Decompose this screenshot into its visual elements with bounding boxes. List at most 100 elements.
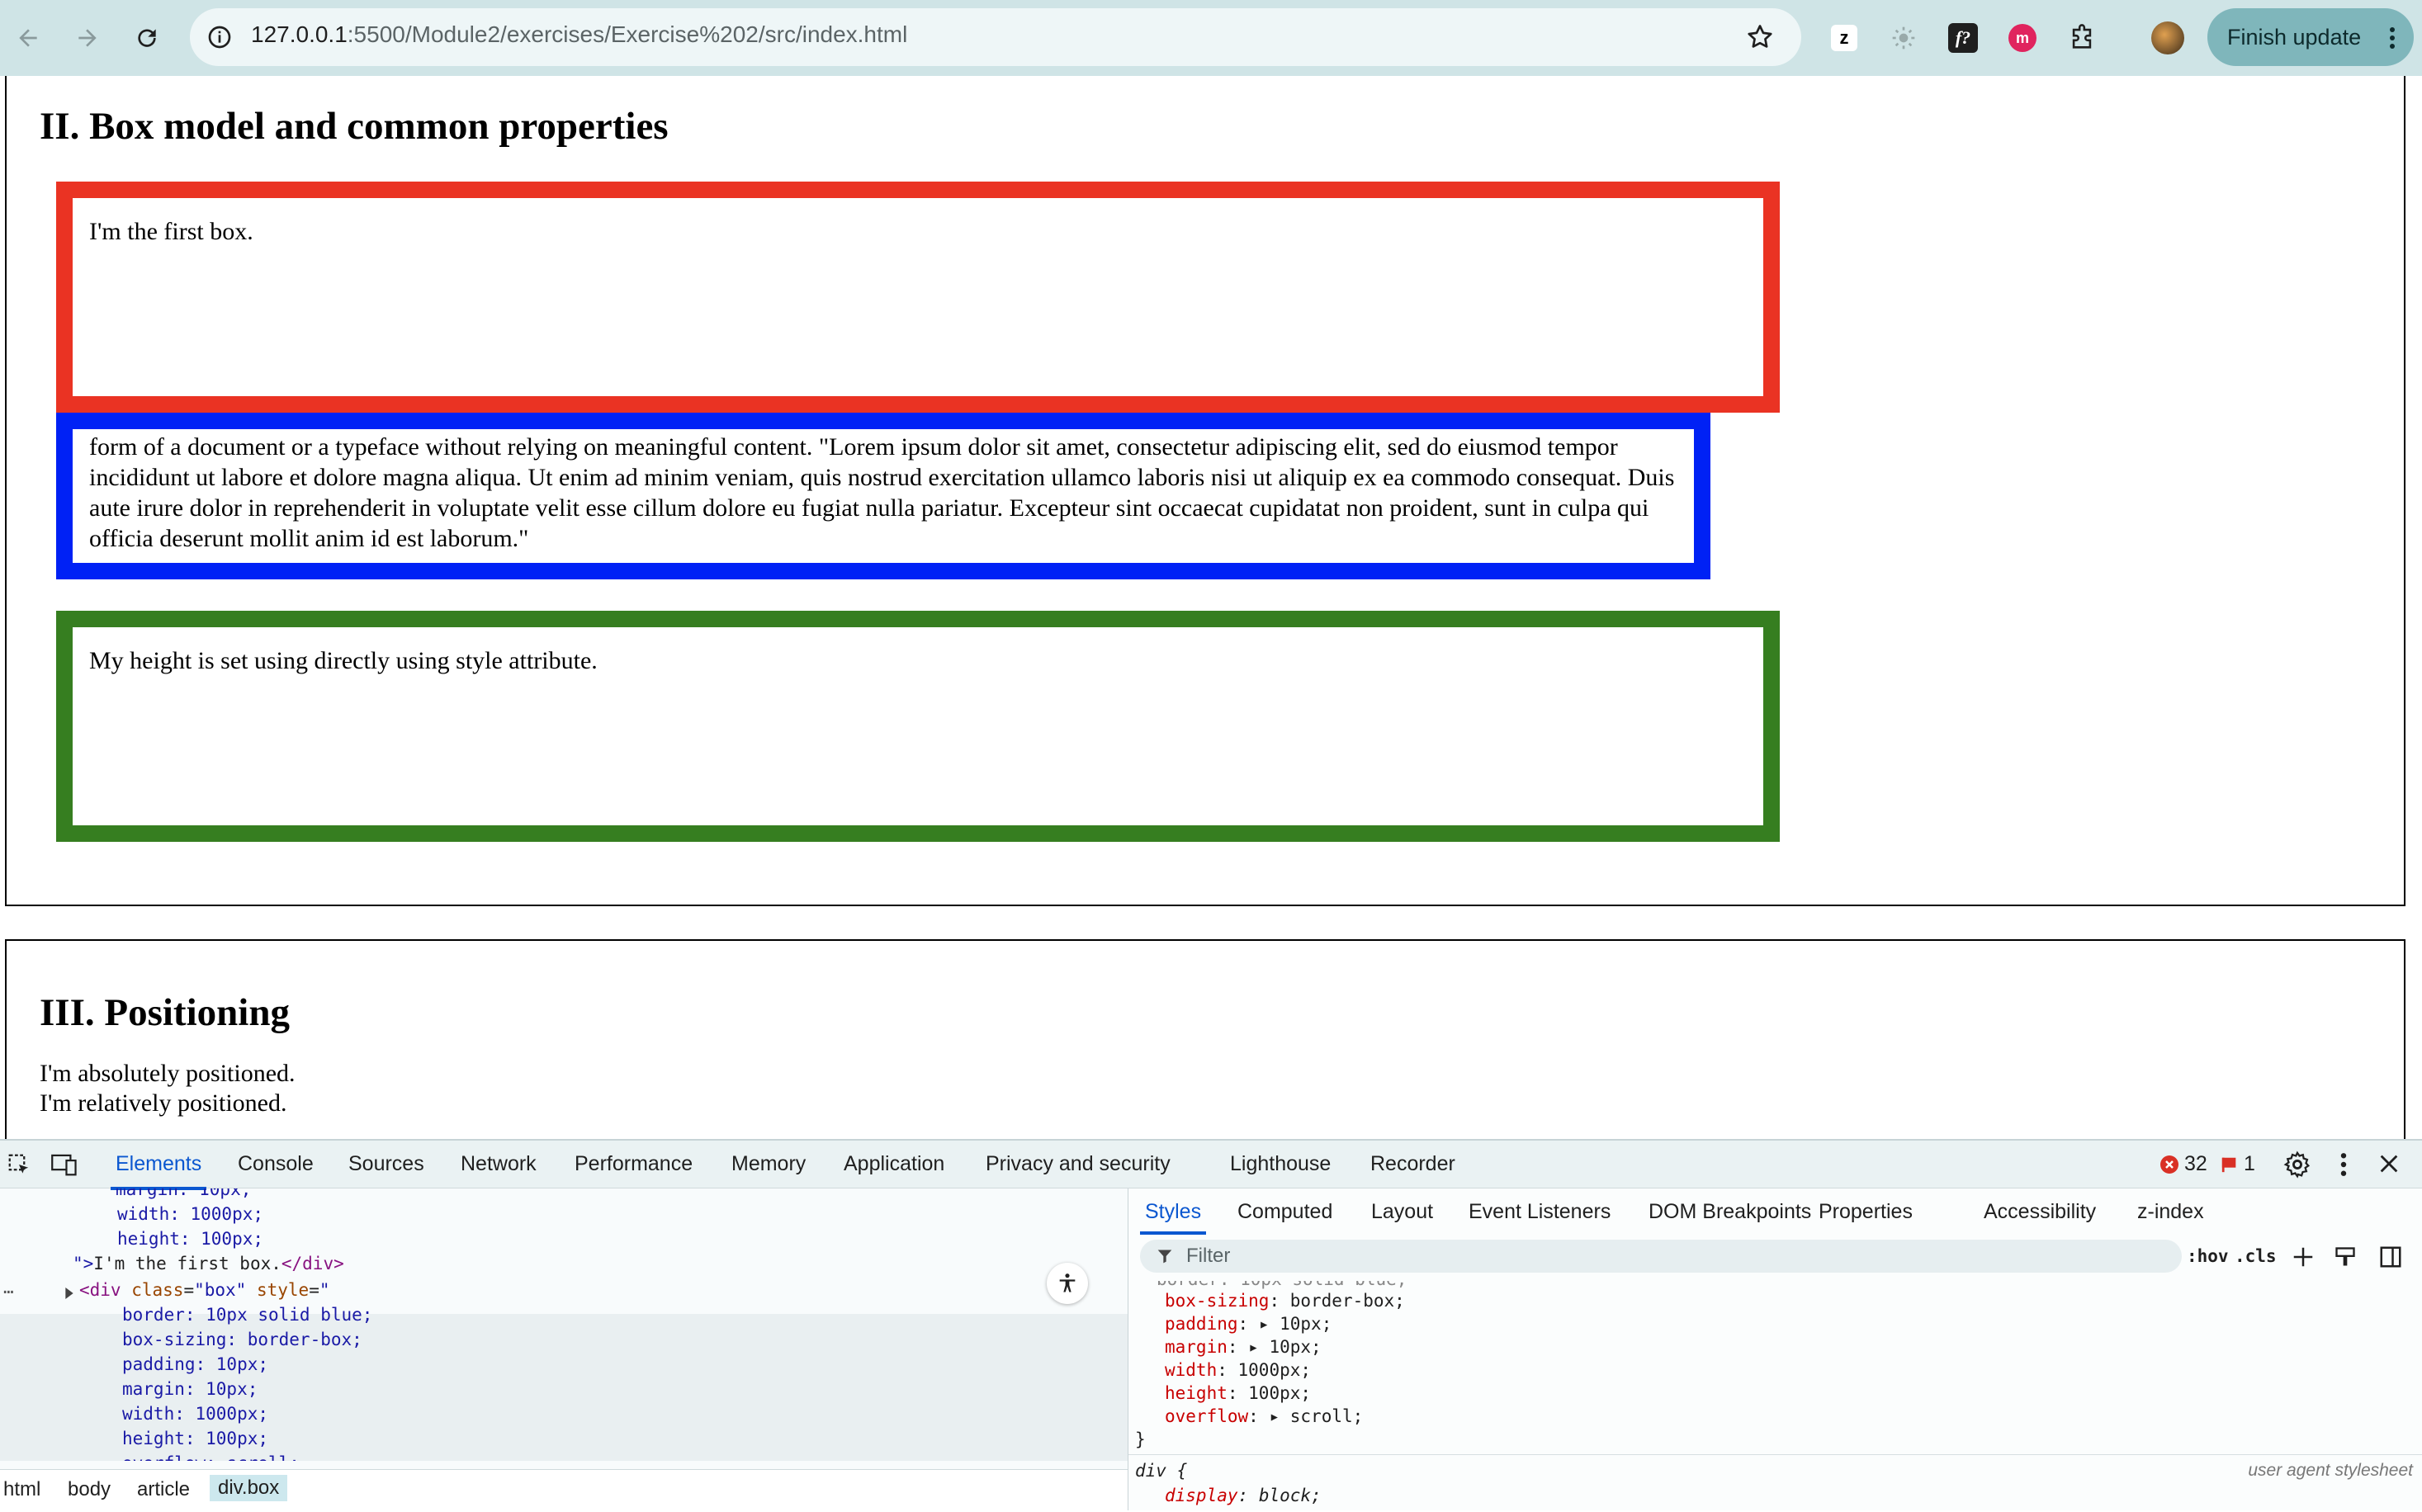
device-toolbar-icon[interactable] xyxy=(51,1152,78,1177)
expand-triangle-icon[interactable] xyxy=(64,1288,74,1299)
absolute-text: I'm absolutely positioned. xyxy=(40,1060,296,1087)
section-title-positioning: III. Positioning xyxy=(40,991,290,1034)
rule-padding[interactable]: padding: ▸ 10px; xyxy=(1165,1314,1332,1334)
code-prop-height: height: 100px; xyxy=(122,1429,269,1448)
expand-triangle-icon[interactable]: ▸ xyxy=(1248,1337,1259,1357)
profile-avatar[interactable] xyxy=(2148,18,2188,58)
tab-sources[interactable]: Sources xyxy=(348,1152,424,1176)
sun-icon[interactable] xyxy=(1884,18,1923,58)
cls-toggle[interactable]: .cls xyxy=(2235,1246,2277,1266)
style-height-box: My height is set using directly using st… xyxy=(56,611,1780,842)
error-count: 32 xyxy=(2184,1152,2207,1175)
elements-tree[interactable]: margin: 10px; width: 1000px; height: 100… xyxy=(0,1188,1128,1461)
tab-memory[interactable]: Memory xyxy=(731,1152,806,1176)
devtools-tab-bar: Elements Console Sources Network Perform… xyxy=(0,1141,2422,1190)
tab-application[interactable]: Application xyxy=(844,1152,944,1176)
first-box-text: I'm the first box. xyxy=(89,218,253,245)
rule-overflow[interactable]: overflow: ▸ scroll; xyxy=(1165,1406,1363,1426)
z-extension-icon[interactable]: z xyxy=(1824,18,1864,58)
tab-console[interactable]: Console xyxy=(238,1152,314,1176)
prop-box-sizing: box-sizing xyxy=(1165,1291,1270,1311)
forward-arrow-icon xyxy=(78,29,97,47)
rule-box-sizing[interactable]: box-sizing: border-box; xyxy=(1165,1291,1405,1311)
code-text-width: width: 1000px; xyxy=(117,1204,264,1224)
val-display: block; xyxy=(1258,1486,1322,1505)
breadcrumb-div-box[interactable]: div.box xyxy=(210,1475,288,1501)
browser-toolbar: 127.0.0.1:5500/Module2/exercises/Exercis… xyxy=(0,0,2422,76)
code-style-val: " xyxy=(319,1280,330,1300)
rule-divider xyxy=(1128,1454,2422,1455)
tab-event-listeners[interactable]: Event Listeners xyxy=(1469,1200,1611,1224)
tab-dom-breakpoints[interactable]: DOM Breakpoints xyxy=(1649,1200,1811,1224)
relative-text: I'm relatively positioned. xyxy=(40,1089,287,1117)
settings-gear-icon[interactable] xyxy=(2283,1151,2311,1179)
val-box-sizing: border-box; xyxy=(1289,1291,1405,1311)
more-vert-icon[interactable] xyxy=(2339,1152,2348,1177)
accessibility-tree-button[interactable] xyxy=(1047,1263,1088,1304)
puzzle-icon[interactable] xyxy=(2062,18,2102,58)
breadcrumb-html[interactable]: html xyxy=(3,1478,40,1501)
issue-count-badge[interactable]: 1 xyxy=(2221,1152,2255,1176)
url-text[interactable]: 127.0.0.1:5500/Module2/exercises/Exercis… xyxy=(251,21,907,48)
expand-triangle-icon[interactable]: ▸ xyxy=(1259,1314,1270,1334)
site-info-icon[interactable] xyxy=(206,24,233,50)
val-margin: 10px; xyxy=(1269,1337,1322,1357)
tab-performance[interactable]: Performance xyxy=(575,1152,693,1176)
finish-update-button[interactable]: Finish update xyxy=(2207,8,2414,66)
code-line-first-box-close[interactable]: ">I'm the first box.</div> xyxy=(73,1251,344,1276)
breadcrumb-article[interactable]: article xyxy=(137,1478,190,1501)
code-line-div-open[interactable]: <div class="box" style=" xyxy=(79,1278,330,1302)
accessibility-icon xyxy=(1059,1273,1076,1292)
code-close-tag: </div> xyxy=(281,1254,344,1273)
code-prop-border: border: 10px solid blue; xyxy=(122,1305,373,1325)
code-prop-padding: padding: 10px; xyxy=(122,1354,269,1374)
expand-triangle-icon[interactable]: ▸ xyxy=(1269,1406,1280,1426)
code-text-height: height: 100px; xyxy=(117,1229,264,1249)
breadcrumb-body[interactable]: body xyxy=(68,1478,111,1501)
code-first-box-text: I'm the first box. xyxy=(93,1254,281,1273)
bookmark-star-icon[interactable] xyxy=(1745,22,1775,52)
toggle-sidebar-icon[interactable] xyxy=(2378,1245,2403,1269)
tab-lighthouse[interactable]: Lighthouse xyxy=(1230,1152,1331,1176)
address-bar[interactable]: 127.0.0.1:5500/Module2/exercises/Exercis… xyxy=(190,8,1801,66)
inspect-element-icon[interactable] xyxy=(7,1152,31,1177)
tab-privacy-security[interactable]: Privacy and security xyxy=(986,1152,1171,1176)
rule-height[interactable]: height: 100px; xyxy=(1165,1383,1311,1403)
ellipsis-marker[interactable]: ⋯ xyxy=(3,1279,14,1304)
error-count-badge[interactable]: 32 xyxy=(2159,1152,2207,1176)
tab-accessibility[interactable]: Accessibility xyxy=(1984,1200,2096,1224)
hov-toggle[interactable]: :hov xyxy=(2187,1246,2229,1266)
close-devtools-icon[interactable] xyxy=(2377,1152,2401,1175)
add-style-rule-icon[interactable] xyxy=(2291,1245,2316,1269)
forward-button[interactable] xyxy=(68,18,107,58)
paint-brush-icon[interactable] xyxy=(2334,1245,2357,1269)
code-prop-width: width: 1000px; xyxy=(122,1404,269,1424)
rule-partial-border: border: 10px solid blue; xyxy=(1157,1281,1407,1289)
styles-filter-input[interactable]: Filter xyxy=(1140,1240,2182,1273)
article-box-model: II. Box model and common properties I'm … xyxy=(5,76,2405,906)
styles-sidebar: Styles Computed Layout Event Listeners D… xyxy=(1128,1188,2422,1510)
monitor-icon[interactable]: m xyxy=(2003,18,2042,58)
tab-recorder[interactable]: Recorder xyxy=(1370,1152,1455,1176)
rule-width[interactable]: width: 1000px; xyxy=(1165,1360,1311,1380)
tab-styles[interactable]: Styles xyxy=(1139,1200,1207,1235)
prop-padding: padding xyxy=(1165,1314,1238,1334)
tab-layout[interactable]: Layout xyxy=(1371,1200,1433,1224)
code-prop-overflow: overflow: scroll; xyxy=(122,1451,300,1461)
val-padding: 10px; xyxy=(1280,1314,1332,1334)
tab-z-index[interactable]: z-index xyxy=(2137,1200,2204,1224)
scroll-box[interactable]: form of a document or a typeface without… xyxy=(56,413,1710,579)
tab-properties[interactable]: Properties xyxy=(1819,1200,1913,1224)
reload-button[interactable] xyxy=(127,18,167,58)
tab-network[interactable]: Network xyxy=(461,1152,537,1176)
code-prop-box-sizing: box-sizing: border-box; xyxy=(122,1330,362,1349)
code-class-attr: class xyxy=(131,1280,184,1300)
devtools-panel: Elements Console Sources Network Perform… xyxy=(0,1139,2422,1510)
formula-icon[interactable]: f? xyxy=(1943,18,1983,58)
tab-computed[interactable]: Computed xyxy=(1237,1200,1332,1224)
rule-margin[interactable]: margin: ▸ 10px; xyxy=(1165,1337,1322,1357)
tab-elements[interactable]: Elements xyxy=(110,1152,207,1190)
back-button[interactable] xyxy=(8,18,48,58)
more-vert-icon xyxy=(2390,27,2395,49)
scroll-box-text: form of a document or a typeface without… xyxy=(89,433,1675,552)
